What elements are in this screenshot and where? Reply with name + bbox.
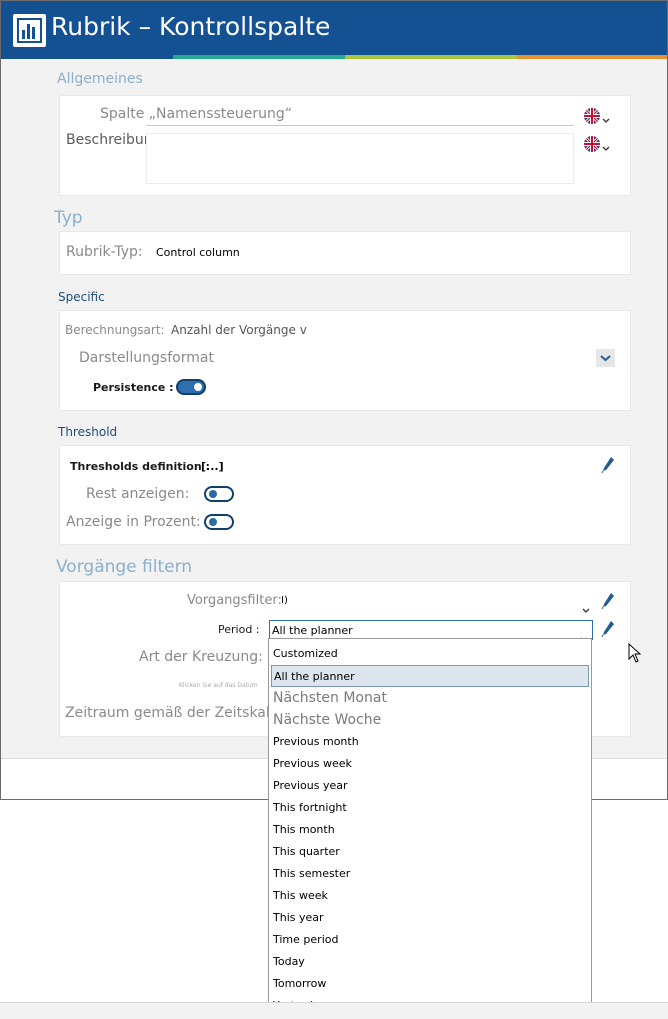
dropdown-option-selected[interactable]: All the planner	[271, 665, 589, 687]
percent-toggle[interactable]	[204, 514, 234, 530]
general-panel: Spalte „Namenssteuerung“ Beschreibung:	[59, 95, 631, 196]
section-specific-heading: Specific	[58, 290, 105, 304]
chevron-down-icon[interactable]	[602, 137, 610, 156]
thresholds-definition-label: Thresholds definition :	[70, 460, 210, 473]
show-rest-label: Rest anzeigen:	[86, 486, 190, 502]
accent-stripe-green	[345, 55, 517, 59]
section-general-heading: Allgemeines	[57, 71, 143, 87]
column-name-input[interactable]: Spalte „Namenssteuerung“	[100, 106, 292, 122]
dropdown-option[interactable]: Previous year	[273, 775, 348, 797]
dropdown-option[interactable]: Customized	[273, 643, 338, 665]
type-value: Control column	[156, 246, 240, 259]
period-select[interactable]: All the planner	[269, 620, 593, 642]
thresholds-definition-value: [...]	[201, 460, 224, 473]
chart-logo-icon	[13, 14, 46, 47]
uk-flag-icon[interactable]	[584, 108, 600, 124]
period-dropdown-list: Customized All the planner Nächsten Mona…	[268, 638, 592, 1019]
accent-stripe-orange	[517, 55, 667, 59]
pencil-icon[interactable]	[601, 592, 615, 610]
show-rest-toggle[interactable]	[204, 486, 234, 502]
dropdown-option[interactable]: This month	[273, 819, 335, 841]
display-format-select[interactable]: Darstellungsformat	[79, 350, 214, 366]
type-label: Rubrik-Typ:	[66, 244, 143, 260]
section-filter-heading: Vorgänge filtern	[56, 557, 193, 577]
period-label: Period :	[218, 623, 260, 636]
column-name-underline	[146, 125, 574, 126]
chevron-down-icon[interactable]	[602, 109, 610, 128]
bottom-strip	[0, 1002, 668, 1019]
dropdown-option[interactable]: Time period	[273, 929, 338, 951]
pencil-icon[interactable]	[601, 620, 615, 638]
accent-stripe-teal	[173, 55, 345, 59]
dropdown-option[interactable]: Nächste Woche	[273, 709, 381, 731]
dropdown-option[interactable]: Today	[273, 951, 305, 973]
period-select-value: All the planner	[272, 624, 353, 637]
task-filter-select[interactable]: I)	[281, 595, 288, 606]
crossing-label: Art der Kreuzung:	[139, 649, 263, 665]
uk-flag-icon[interactable]	[584, 136, 600, 152]
calc-label: Berechnungsart:	[65, 323, 165, 337]
description-textarea[interactable]	[146, 133, 574, 184]
dropdown-option[interactable]: Previous week	[273, 753, 352, 775]
dropdown-option[interactable]: Previous month	[273, 731, 359, 753]
section-type-heading: Typ	[54, 208, 83, 228]
task-filter-label: Vorgangsfilter:	[187, 593, 282, 608]
title-bar: Rubrik – Kontrollspalte	[1, 1, 667, 58]
pencil-icon[interactable]	[601, 456, 615, 474]
dropdown-option[interactable]: This week	[273, 885, 328, 907]
dropdown-option[interactable]: This fortnight	[273, 797, 347, 819]
persistence-toggle[interactable]	[176, 379, 206, 395]
section-threshold-heading: Threshold	[58, 425, 118, 439]
calc-select[interactable]: Anzahl der Vorgänge v	[171, 323, 307, 337]
dropdown-option[interactable]: Nächsten Monat	[273, 687, 387, 709]
persistence-label: Persistence :	[93, 381, 174, 394]
specific-panel: Berechnungsart: Anzahl der Vorgänge v Da…	[59, 310, 631, 411]
window-title: Rubrik – Kontrollspalte	[51, 12, 331, 41]
dropdown-option[interactable]: This year	[273, 907, 324, 929]
dropdown-option[interactable]: This quarter	[273, 841, 340, 863]
chevron-down-icon[interactable]	[582, 599, 590, 618]
threshold-panel: Thresholds definition : [...] Rest anzei…	[59, 445, 631, 545]
date-hint-text: Klicken Sie auf das Datum	[179, 682, 258, 689]
type-panel: Rubrik-Typ: Control column	[59, 231, 631, 275]
timescale-label: Zeitraum gemäß der Zeitskala	[65, 705, 279, 721]
display-format-dropdown-button[interactable]	[596, 349, 615, 367]
dropdown-option[interactable]: Tomorrow	[273, 973, 326, 995]
dropdown-option[interactable]: This semester	[273, 863, 350, 885]
accent-stripe-blue	[1, 55, 173, 59]
percent-label: Anzeige in Prozent:	[66, 514, 201, 530]
mouse-cursor-icon	[628, 642, 642, 667]
